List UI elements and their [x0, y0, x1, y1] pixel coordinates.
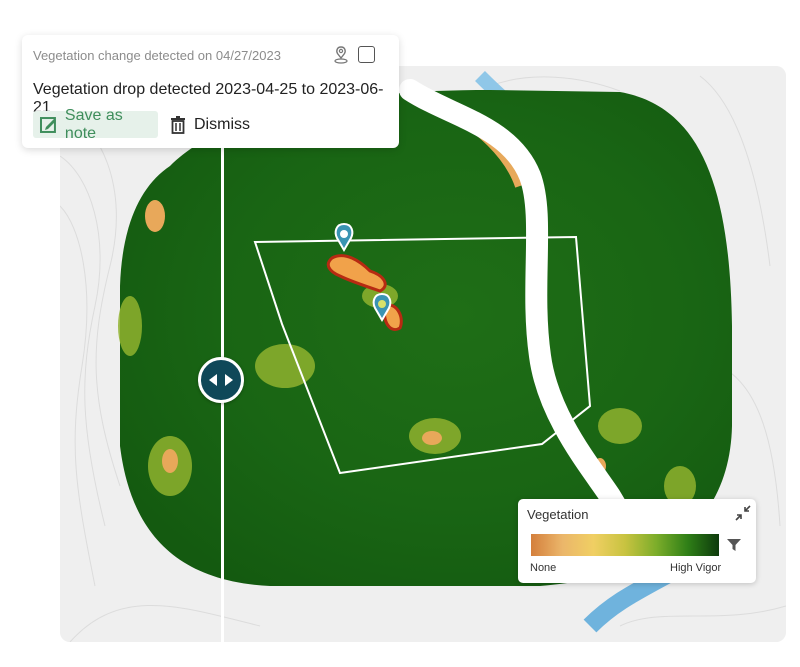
collapse-icon[interactable]: [735, 505, 751, 521]
edit-note-icon: [39, 116, 56, 133]
save-as-note-label: Save as note: [64, 106, 123, 142]
dismiss-label: Dismiss: [194, 115, 250, 133]
vegetation-legend: Vegetation None High Vigor: [518, 499, 756, 583]
swipe-handle[interactable]: [198, 357, 244, 403]
popup-header: Vegetation change detected on 04/27/2023: [33, 48, 281, 63]
filter-icon[interactable]: [726, 537, 742, 553]
legend-title: Vegetation: [527, 507, 589, 522]
legend-color-ramp: [531, 534, 719, 556]
location-pin-icon[interactable]: [331, 45, 351, 65]
change-detection-popup: Vegetation change detected on 04/27/2023…: [22, 35, 399, 148]
legend-min-label: None: [530, 562, 557, 574]
select-checkbox[interactable]: [358, 46, 375, 63]
trash-icon: [171, 115, 185, 134]
legend-max-label: High Vigor: [670, 562, 722, 574]
save-as-note-button[interactable]: Save as note: [33, 107, 158, 142]
swipe-arrows-icon: [209, 374, 233, 386]
dismiss-button[interactable]: Dismiss: [170, 111, 270, 138]
